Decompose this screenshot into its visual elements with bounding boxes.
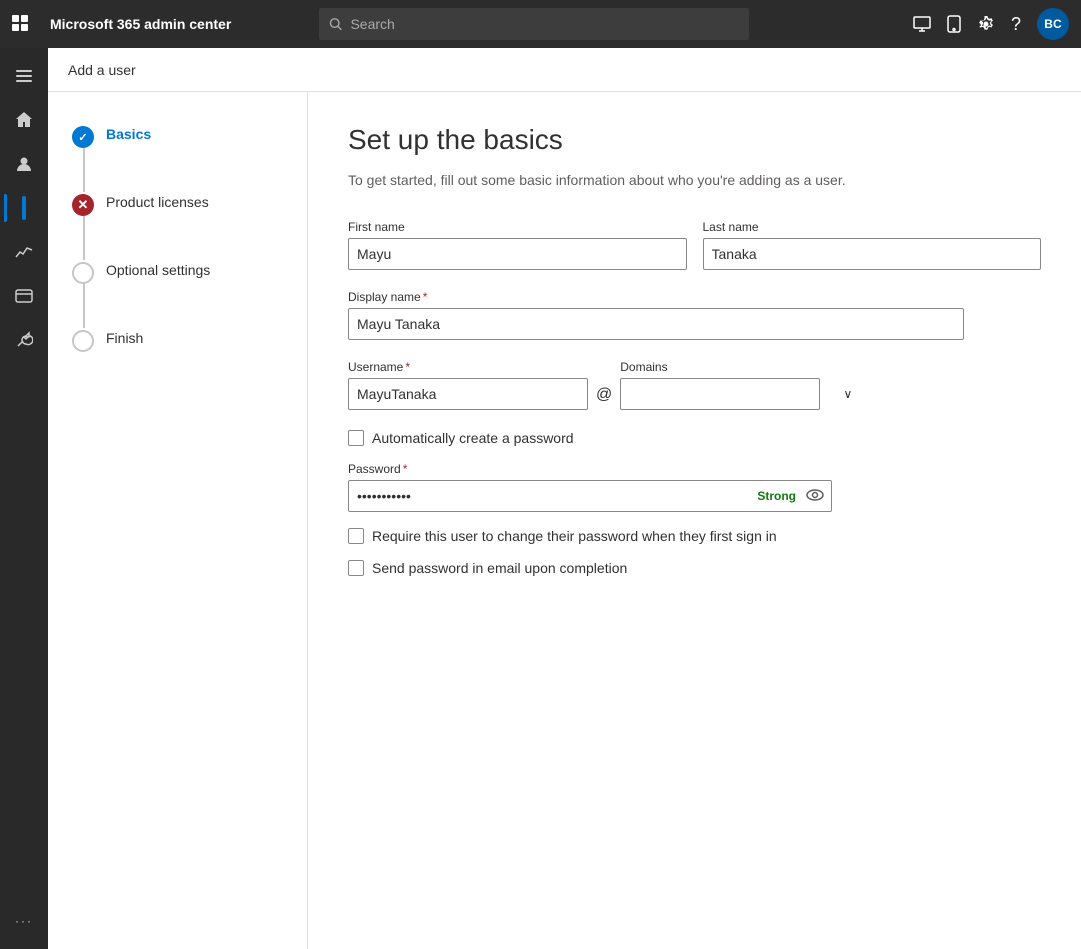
- user-icon: [15, 155, 33, 173]
- breadcrumb-bar: Add a user: [48, 48, 1081, 92]
- search-bar[interactable]: [319, 8, 749, 40]
- require-change-checkbox[interactable]: [348, 528, 364, 544]
- stepper-panel: ✓ Basics ✕ Product licenses: [48, 92, 308, 949]
- last-name-group: Last name: [703, 220, 1042, 270]
- billing-icon: [15, 289, 33, 303]
- sidebar-item-billing[interactable]: [4, 276, 44, 316]
- display-name-group: Display name*: [348, 290, 964, 340]
- auto-password-checkbox-item[interactable]: Automatically create a password: [348, 430, 1041, 446]
- domain-select[interactable]: [620, 378, 820, 410]
- step-optional[interactable]: Optional settings: [72, 260, 283, 284]
- password-label-text: Password*: [348, 462, 1041, 476]
- auto-password-label: Automatically create a password: [372, 430, 574, 446]
- topbar: Microsoft 365 admin center: [0, 0, 1081, 48]
- main-area: Add a user ✓ Basics ✕: [48, 48, 1081, 949]
- password-input-wrapper: Strong: [348, 480, 832, 512]
- form-description: To get started, fill out some basic info…: [348, 172, 1041, 188]
- password-strength: Strong: [757, 489, 796, 503]
- step-licenses-label: Product licenses: [106, 192, 209, 212]
- form-panel: Set up the basics To get started, fill o…: [308, 92, 1081, 949]
- require-change-label: Require this user to change their passwo…: [372, 528, 777, 544]
- domain-select-wrapper: [620, 378, 860, 410]
- analytics-icon: [15, 243, 33, 261]
- username-row: Username* @ Domains: [348, 360, 1041, 410]
- step-licenses-circle: ✕: [72, 194, 94, 216]
- last-name-input[interactable]: [703, 238, 1042, 270]
- domains-label: Domains: [620, 360, 860, 374]
- auto-password-checkbox[interactable]: [348, 430, 364, 446]
- help-icon[interactable]: ?: [1011, 14, 1021, 35]
- send-password-checkbox-item[interactable]: Send password in email upon completion: [348, 560, 1041, 576]
- home-icon: [15, 111, 33, 129]
- name-row: First name Last name: [348, 220, 1041, 270]
- send-password-label: Send password in email upon completion: [372, 560, 627, 576]
- step-optional-wrapper: Optional settings: [72, 260, 283, 284]
- step-connector-1: [83, 148, 85, 192]
- app-title: Microsoft 365 admin center: [50, 16, 231, 32]
- mobile-icon[interactable]: [947, 15, 961, 33]
- hamburger-icon: [16, 70, 32, 82]
- grid-icon: [12, 15, 30, 33]
- sidebar-item-analytics[interactable]: [4, 232, 44, 272]
- require-change-checkbox-item[interactable]: Require this user to change their passwo…: [348, 528, 1041, 544]
- step-finish[interactable]: Finish: [72, 328, 283, 352]
- avatar[interactable]: BC: [1037, 8, 1069, 40]
- step-basics-wrapper: ✓ Basics: [72, 124, 283, 148]
- settings-icon[interactable]: [977, 15, 995, 33]
- topbar-icons: ? BC: [913, 8, 1069, 40]
- username-label: Username*: [348, 360, 588, 374]
- sidebar-collapse[interactable]: [4, 56, 44, 96]
- step-optional-circle: [72, 262, 94, 284]
- sidebar-item-users[interactable]: [4, 144, 44, 184]
- step-finish-label: Finish: [106, 328, 143, 348]
- step-licenses-wrapper: ✕ Product licenses: [72, 192, 283, 216]
- step-basics-label: Basics: [106, 124, 151, 144]
- sidebar-item-more[interactable]: ···: [4, 901, 44, 941]
- sidebar-item-active[interactable]: [4, 188, 44, 228]
- active-bar-icon: [22, 196, 26, 220]
- tools-icon: [15, 331, 33, 349]
- step-basics[interactable]: ✓ Basics: [72, 124, 283, 148]
- search-input[interactable]: [350, 16, 739, 32]
- form-title: Set up the basics: [348, 124, 1041, 156]
- step-connector-3: [83, 284, 85, 328]
- step-licenses[interactable]: ✕ Product licenses: [72, 192, 283, 216]
- step-finish-circle: [72, 330, 94, 352]
- monitor-icon[interactable]: [913, 15, 931, 33]
- step-basics-circle: ✓: [72, 126, 94, 148]
- domain-group: Domains: [620, 360, 860, 410]
- at-symbol: @: [596, 386, 612, 410]
- step-optional-label: Optional settings: [106, 260, 210, 280]
- first-name-label: First name: [348, 220, 687, 234]
- search-icon: [329, 17, 342, 31]
- eye-icon[interactable]: [806, 488, 824, 504]
- grid-menu-button[interactable]: [12, 15, 30, 33]
- last-name-label: Last name: [703, 220, 1042, 234]
- first-name-group: First name: [348, 220, 687, 270]
- display-name-label: Display name*: [348, 290, 964, 304]
- main-layout: ··· Add a user ✓ Basics: [0, 48, 1081, 949]
- content-area: ✓ Basics ✕ Product licenses: [48, 92, 1081, 949]
- sidebar: ···: [0, 48, 48, 949]
- password-section: Password* Strong: [348, 462, 1041, 512]
- sidebar-item-tools[interactable]: [4, 320, 44, 360]
- breadcrumb: Add a user: [68, 62, 136, 78]
- send-password-checkbox[interactable]: [348, 560, 364, 576]
- sidebar-item-home[interactable]: [4, 100, 44, 140]
- username-input[interactable]: [348, 378, 588, 410]
- active-indicator: [4, 194, 7, 222]
- username-group: Username*: [348, 360, 588, 410]
- first-name-input[interactable]: [348, 238, 687, 270]
- step-connector-2: [83, 216, 85, 260]
- step-finish-wrapper: Finish: [72, 328, 283, 352]
- display-name-input[interactable]: [348, 308, 964, 340]
